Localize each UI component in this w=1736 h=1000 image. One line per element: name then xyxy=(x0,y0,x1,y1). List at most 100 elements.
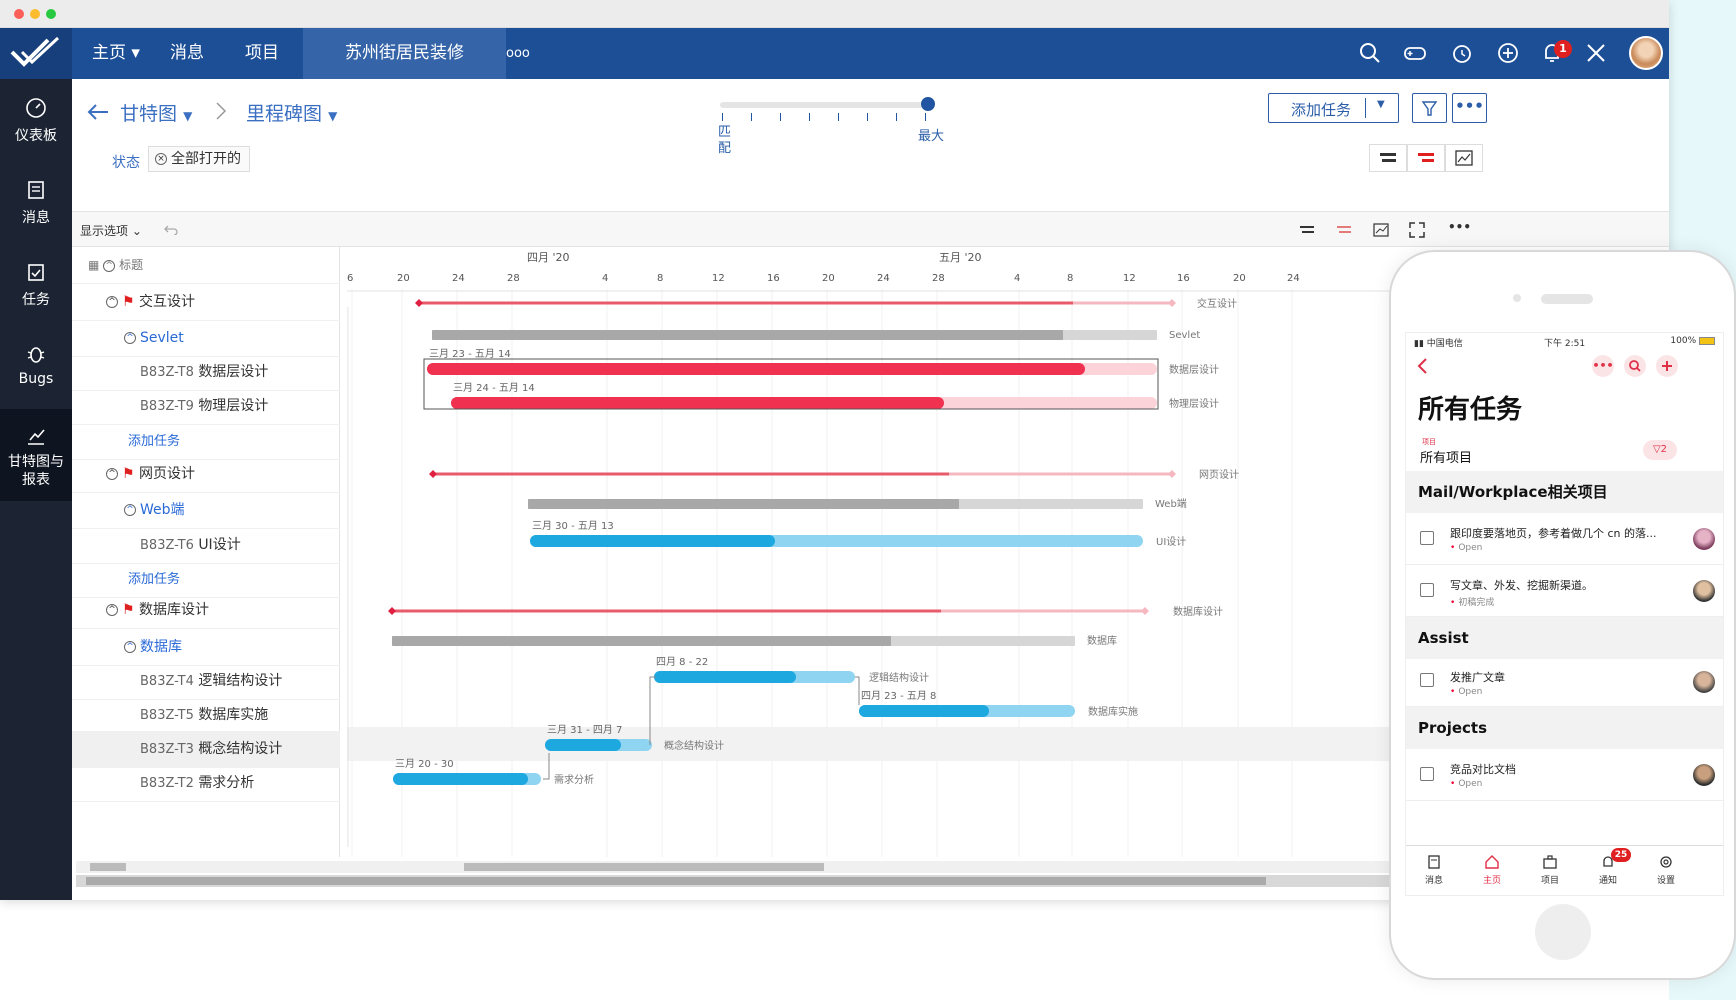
phone-task-item[interactable]: 竞品对比文档 Open xyxy=(1406,749,1723,801)
breadcrumb-milestone[interactable]: 里程碑图 ▼ xyxy=(246,99,337,126)
day-label: 4 xyxy=(1014,273,1020,284)
gamepad-icon[interactable] xyxy=(1402,40,1428,66)
phone-tab-projects[interactable]: 项目 xyxy=(1530,854,1570,886)
phone-speaker xyxy=(1541,294,1593,304)
task-row[interactable]: B83Z-T6 UI设计 xyxy=(72,527,340,564)
phone-task-item[interactable]: 发推广文章 Open xyxy=(1406,659,1723,707)
collapse-icon[interactable]: ^ xyxy=(106,468,118,480)
user-avatar[interactable] xyxy=(1629,36,1663,70)
close-window-button[interactable] xyxy=(14,9,24,19)
zoom-slider-handle[interactable] xyxy=(921,97,935,111)
milestone-end-marker xyxy=(1168,470,1176,478)
bar-label: 数据库 xyxy=(1087,634,1117,647)
filter-button[interactable] xyxy=(1412,93,1447,123)
display-options-dropdown[interactable]: 显示选项 ⌄ xyxy=(80,222,142,239)
task-subgroup-row[interactable]: ^ 数据库 xyxy=(72,629,340,666)
sidebar-item-tasks[interactable]: 任务 xyxy=(0,261,72,309)
task-name: 需求分析 xyxy=(198,775,255,791)
task-title: 写文章、外发、挖掘新渠道。 xyxy=(1450,579,1593,592)
add-task-link-label[interactable]: 添加任务 xyxy=(128,572,180,587)
notification-badge: 1 xyxy=(1554,40,1572,58)
minimize-window-button[interactable] xyxy=(30,9,40,19)
nav-more[interactable]: ooo xyxy=(506,28,530,79)
phone-task-item[interactable]: 写文章、外发、挖掘新渠道。初稿完成 xyxy=(1406,565,1723,617)
columns-icon[interactable]: ▦ xyxy=(88,258,99,272)
search-icon[interactable] xyxy=(1357,40,1383,66)
phone-task-item[interactable]: 跟印度要落地页，参考着做几个 cn 的落... Open xyxy=(1406,513,1723,565)
nav-projects[interactable]: 项目 xyxy=(245,28,279,79)
status-filter-chip[interactable]: × 全部打开的 xyxy=(148,146,250,172)
clear-filter-icon[interactable]: × xyxy=(155,153,167,165)
undo-icon[interactable] xyxy=(164,223,178,235)
phone-add-icon[interactable] xyxy=(1656,355,1678,377)
task-row[interactable]: B83Z-T8 数据层设计 xyxy=(72,354,340,391)
sidebar-item-label: 消息 xyxy=(22,210,50,226)
task-row[interactable]: B83Z-T4 逻辑结构设计 xyxy=(72,663,340,700)
more-options-button[interactable]: ••• xyxy=(1452,93,1487,123)
nav-home[interactable]: 主页 ▾ xyxy=(92,28,140,79)
app-logo[interactable] xyxy=(0,28,72,79)
phone-back-icon[interactable] xyxy=(1416,357,1430,375)
nav-current-project[interactable]: 苏州街居民装修 xyxy=(303,28,506,79)
collapse-icon[interactable]: ^ xyxy=(106,296,118,308)
task-checkbox[interactable] xyxy=(1420,673,1434,687)
collapse-icon[interactable]: ^ xyxy=(106,604,118,616)
collapse-icon[interactable]: ^ xyxy=(124,504,136,516)
baseline-icon[interactable] xyxy=(1372,221,1390,239)
nav-messages[interactable]: 消息 xyxy=(170,28,204,79)
caret-down-icon: ▼ xyxy=(1377,99,1385,110)
task-row[interactable]: B83Z-T3 概念结构设计 xyxy=(72,731,340,768)
phone-project-label: 项目 xyxy=(1422,438,1436,446)
add-task-link-label[interactable]: 添加任务 xyxy=(128,434,180,449)
collapse-icon[interactable]: ^ xyxy=(124,332,136,344)
phone-filter-badge[interactable]: ▽2 xyxy=(1643,440,1677,460)
sidebar-item-bugs[interactable]: Bugs xyxy=(0,343,72,387)
gantt-more-icon[interactable]: ••• xyxy=(1448,220,1471,234)
timer-icon[interactable] xyxy=(1449,40,1475,66)
left-scrollbar[interactable] xyxy=(76,861,340,873)
phone-section-header: Mail/Workplace相关项目 xyxy=(1406,471,1723,513)
collapse-icon[interactable]: ^ xyxy=(124,641,136,653)
add-task-button[interactable]: 添加任务 ▼ xyxy=(1268,93,1399,123)
phone-more-button[interactable]: ••• xyxy=(1592,355,1614,377)
add-circle-icon[interactable] xyxy=(1495,40,1521,66)
task-group-row[interactable]: ^ ⚑ 网页设计 xyxy=(72,456,340,493)
view-bars-button[interactable] xyxy=(1369,144,1407,172)
back-arrow-icon[interactable] xyxy=(86,103,110,121)
bars-toggle-icon[interactable] xyxy=(1298,222,1316,238)
zoom-slider-track[interactable] xyxy=(720,102,932,108)
sidebar-item-messages[interactable]: 消息 xyxy=(0,179,72,227)
sidebar-item-gantt[interactable]: 甘特图与报表 xyxy=(0,409,72,501)
task-checkbox[interactable] xyxy=(1420,583,1434,597)
phone-tab-home[interactable]: 主页 xyxy=(1472,854,1512,886)
month-label: 四月 '20 xyxy=(527,251,570,264)
breadcrumb-gantt[interactable]: 甘特图 ▼ xyxy=(120,99,192,126)
sidebar-item-dashboard[interactable]: 仪表板 xyxy=(0,97,72,145)
task-subgroup-row[interactable]: ^ Web端 xyxy=(72,492,340,529)
maximize-window-button[interactable] xyxy=(46,9,56,19)
phone-tab-settings[interactable]: 设置 xyxy=(1646,854,1686,886)
chevron-right-icon xyxy=(216,102,227,120)
critical-toggle-icon[interactable] xyxy=(1335,222,1353,238)
phone-search-icon[interactable] xyxy=(1624,355,1646,377)
collapse-all-icon[interactable]: ^ xyxy=(103,259,116,272)
task-group-row[interactable]: ^ ⚑ 数据库设计 xyxy=(72,592,340,629)
task-status: 初稿完成 xyxy=(1450,595,1494,608)
view-critical-button[interactable] xyxy=(1407,144,1445,172)
fullscreen-icon[interactable] xyxy=(1408,221,1426,239)
add-task-link[interactable]: 添加任务 xyxy=(72,423,340,460)
task-row[interactable]: B83Z-T9 物理层设计 xyxy=(72,388,340,425)
view-calendar-button[interactable] xyxy=(1445,144,1483,172)
task-row[interactable]: B83Z-T2 需求分析 xyxy=(72,765,340,802)
task-checkbox[interactable] xyxy=(1420,767,1434,781)
task-subgroup-row[interactable]: ^ Sevlet xyxy=(72,320,340,357)
tools-icon[interactable] xyxy=(1583,40,1609,66)
phone-project-selector[interactable]: 所有项目 xyxy=(1420,447,1472,466)
phone-home-button[interactable] xyxy=(1535,904,1591,960)
task-group-row[interactable]: ^ ⚑ 交互设计 xyxy=(72,284,340,321)
bar-label: 交互设计 xyxy=(1197,297,1237,310)
task-checkbox[interactable] xyxy=(1420,531,1434,545)
task-row[interactable]: B83Z-T5 数据库实施 xyxy=(72,697,340,734)
phone-tab-messages[interactable]: 消息 xyxy=(1414,854,1454,886)
day-label: 16 xyxy=(1177,273,1190,284)
